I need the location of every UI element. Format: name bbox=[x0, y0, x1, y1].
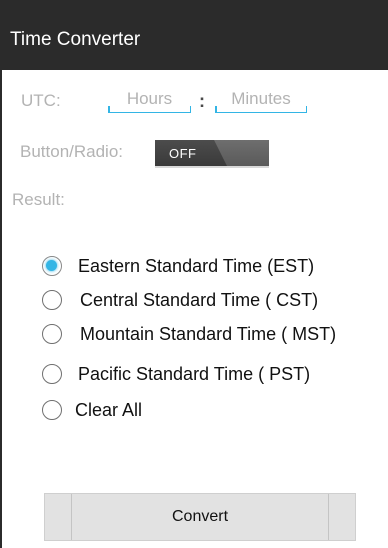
radio-label-cst: Central Standard Time ( CST) bbox=[80, 290, 319, 310]
convert-button[interactable]: Convert bbox=[44, 493, 356, 541]
hours-field-container bbox=[108, 86, 191, 113]
toggle-label: Button/Radio: bbox=[20, 142, 124, 161]
app-title: Time Converter bbox=[10, 29, 141, 50]
mode-toggle-switch[interactable]: OFF bbox=[155, 140, 269, 168]
radio-option-mst[interactable]: Mountain Standard Time ( MST) bbox=[42, 322, 336, 346]
radio-option-clear-all[interactable]: Clear All bbox=[42, 398, 142, 422]
minutes-field-container bbox=[215, 86, 307, 113]
radio-button-clear-all[interactable] bbox=[42, 400, 62, 420]
radio-button-cst[interactable] bbox=[42, 290, 62, 310]
convert-button-label: Convert bbox=[171, 508, 229, 525]
title-bar: Time Converter bbox=[0, 0, 388, 70]
result-label: Result: bbox=[12, 190, 65, 209]
radio-option-est[interactable]: Eastern Standard Time (EST) bbox=[42, 254, 314, 278]
hours-input[interactable] bbox=[108, 86, 191, 112]
radio-button-est[interactable] bbox=[42, 256, 62, 276]
radio-label-est: Eastern Standard Time (EST) bbox=[78, 256, 315, 276]
left-border bbox=[0, 70, 2, 548]
minutes-input[interactable] bbox=[215, 86, 307, 112]
toggle-state-text: OFF bbox=[169, 146, 197, 161]
radio-option-pst[interactable]: Pacific Standard Time ( PST) bbox=[42, 362, 310, 386]
radio-option-cst[interactable]: Central Standard Time ( CST) bbox=[42, 288, 318, 312]
time-separator: : bbox=[199, 91, 205, 111]
radio-label-pst: Pacific Standard Time ( PST) bbox=[78, 364, 311, 384]
radio-button-pst[interactable] bbox=[42, 364, 62, 384]
radio-label-clear-all: Clear All bbox=[75, 400, 143, 420]
toggle-underline bbox=[155, 166, 269, 168]
utc-label: UTC: bbox=[21, 91, 61, 110]
radio-label-mst: Mountain Standard Time ( MST) bbox=[80, 324, 337, 344]
radio-button-mst[interactable] bbox=[42, 324, 62, 344]
